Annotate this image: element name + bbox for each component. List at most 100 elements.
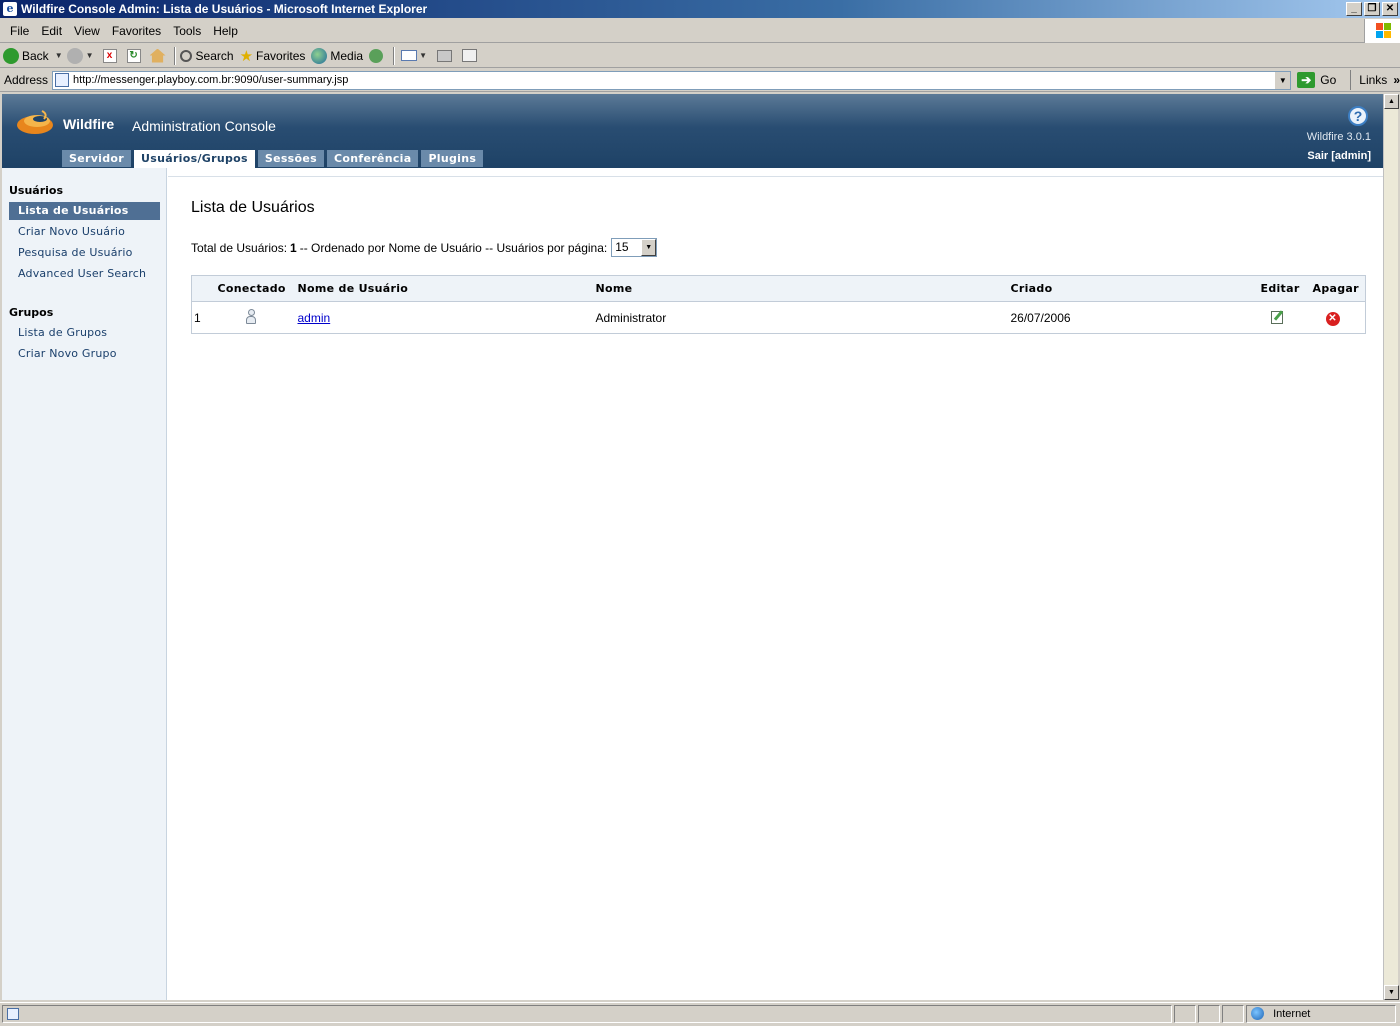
media-button[interactable]: Media [311, 47, 364, 64]
edit-page-icon[interactable] [461, 49, 477, 62]
col-nome: Nome [593, 275, 1009, 302]
sidebar-item-pesquisa-usuario[interactable]: Pesquisa de Usuário [9, 244, 160, 262]
sidebar-item-criar-usuario[interactable]: Criar Novo Usuário [9, 223, 160, 241]
select-arrow-icon: ▼ [641, 239, 657, 256]
username-cell: admin [296, 302, 594, 334]
delete-cell: ✕ [1311, 302, 1366, 334]
address-bar: Address http://messenger.playboy.com.br:… [0, 69, 1400, 92]
mail-dropdown-icon[interactable]: ▼ [419, 51, 427, 60]
status-cell [1198, 1004, 1220, 1023]
home-icon[interactable] [149, 48, 166, 63]
summary-middle: -- Ordenado por Nome de Usuário -- Usuár… [299, 240, 608, 255]
menu-tools[interactable]: Tools [167, 24, 207, 38]
page-status-icon [7, 1007, 19, 1020]
scroll-down-icon[interactable]: ▼ [1384, 985, 1399, 1000]
version-label: Wildfire 3.0.1 [1306, 131, 1371, 143]
security-zone: Internet [1246, 1004, 1396, 1023]
main-tabs: Servidor Usuários/Grupos Sessões Conferê… [62, 150, 486, 168]
tab-usuarios-grupos[interactable]: Usuários/Grupos [134, 150, 255, 168]
row-index: 1 [194, 310, 201, 325]
logout-link[interactable]: Sair [admin] [1307, 150, 1371, 162]
tab-servidor[interactable]: Servidor [62, 150, 132, 167]
offline-user-icon [245, 309, 256, 324]
username-link[interactable]: admin [298, 311, 331, 325]
status-message [2, 1004, 1172, 1023]
main-content: Lista de Usuários Total de Usuários: 1 -… [168, 176, 1383, 1000]
address-label: Address [4, 73, 49, 87]
tab-plugins[interactable]: Plugins [421, 150, 484, 167]
sidebar-item-lista-usuarios[interactable]: Lista de Usuários [9, 202, 160, 220]
favorites-label: Favorites [256, 48, 306, 63]
ie-icon: e [3, 2, 17, 16]
sidebar-item-criar-grupo[interactable]: Criar Novo Grupo [9, 345, 160, 363]
per-page-select[interactable]: 15 ▼ [611, 238, 658, 257]
summary-prefix: Total de Usuários: [191, 240, 288, 255]
menu-help[interactable]: Help [207, 24, 244, 38]
links-button[interactable]: Links [1350, 70, 1387, 90]
forward-dropdown-icon[interactable]: ▼ [86, 51, 94, 60]
forward-arrow-icon[interactable] [66, 47, 83, 64]
menu-view[interactable]: View [68, 24, 106, 38]
go-arrow-icon: ➔ [1297, 72, 1316, 88]
created-cell: 26/07/2006 [1010, 310, 1071, 325]
menu-bar: File Edit View Favorites Tools Help [0, 19, 1400, 43]
minimize-button[interactable]: _ [1346, 2, 1362, 16]
sidebar: Usuários Lista de Usuários Criar Novo Us… [2, 168, 167, 1000]
mail-icon[interactable] [401, 50, 418, 61]
col-editar: Editar [1258, 275, 1311, 302]
console-title: Administration Console [132, 118, 276, 134]
name-cell: Administrator [595, 310, 667, 325]
toolbar-separator [173, 46, 176, 65]
windows-logo-icon [1364, 19, 1400, 43]
favorites-button[interactable]: ★ Favorites [240, 47, 306, 65]
edit-icon[interactable] [1270, 310, 1285, 324]
window-title: Wildfire Console Admin: Lista de Usuário… [21, 2, 428, 16]
stop-icon[interactable]: x [102, 48, 117, 63]
col-apagar: Apagar [1310, 275, 1366, 302]
back-label: Back [22, 48, 49, 63]
table-row: 1 admin Administrator 26/07/2006 ✕ [192, 302, 1366, 334]
back-dropdown-icon[interactable]: ▼ [55, 51, 63, 60]
search-button[interactable]: Search [179, 49, 234, 63]
sidebar-section-usuarios: Usuários [9, 184, 64, 197]
go-button[interactable]: ➔ Go [1297, 72, 1336, 88]
page-viewport: Wildfire Administration Console ? Wildfi… [2, 94, 1383, 1000]
media-label: Media [330, 48, 364, 63]
help-icon[interactable]: ? [1348, 106, 1368, 126]
print-icon[interactable] [436, 49, 452, 62]
user-summary: Total de Usuários: 1 -- Ordenado por Nom… [191, 238, 658, 257]
sidebar-section-grupos: Grupos [9, 306, 54, 319]
restore-button[interactable]: ❐ [1364, 2, 1380, 16]
tab-conferencia[interactable]: Conferência [327, 150, 419, 167]
brand-name: Wildfire [63, 116, 115, 132]
status-cell [216, 302, 296, 334]
sidebar-item-advanced-search[interactable]: Advanced User Search [9, 265, 160, 283]
chevron-right-icon[interactable]: » [1393, 73, 1400, 87]
table-header-row: Conectado Nome de Usuário Nome Criado Ed… [191, 275, 1366, 302]
scroll-up-icon[interactable]: ▲ [1384, 94, 1399, 109]
history-icon[interactable] [369, 48, 384, 63]
close-button[interactable]: ✕ [1382, 2, 1398, 16]
menu-favorites[interactable]: Favorites [106, 24, 167, 38]
menu-file[interactable]: File [4, 24, 35, 38]
per-page-value: 15 [615, 240, 629, 254]
address-dropdown-icon[interactable]: ▼ [1274, 71, 1291, 89]
star-icon: ★ [239, 47, 254, 65]
refresh-icon[interactable]: ↻ [126, 48, 141, 63]
console-header: Wildfire Administration Console ? Wildfi… [2, 94, 1383, 168]
col-nome-usuario: Nome de Usuário [295, 275, 594, 302]
sidebar-item-lista-grupos[interactable]: Lista de Grupos [9, 324, 160, 342]
col-criado: Criado [1008, 275, 1259, 302]
delete-icon[interactable]: ✕ [1325, 311, 1340, 326]
back-button[interactable]: Back [3, 47, 49, 64]
status-cell [1174, 1004, 1196, 1023]
edit-cell [1259, 302, 1311, 334]
tab-sessoes[interactable]: Sessões [257, 150, 324, 167]
col-conectado: Conectado [215, 275, 296, 302]
col-index [191, 275, 216, 302]
menu-edit[interactable]: Edit [35, 24, 68, 38]
vertical-scrollbar[interactable]: ▲ ▼ [1383, 94, 1399, 1000]
address-input[interactable]: http://messenger.playboy.com.br:9090/use… [52, 70, 1292, 90]
status-cell [1222, 1004, 1244, 1023]
page-icon [55, 73, 70, 87]
